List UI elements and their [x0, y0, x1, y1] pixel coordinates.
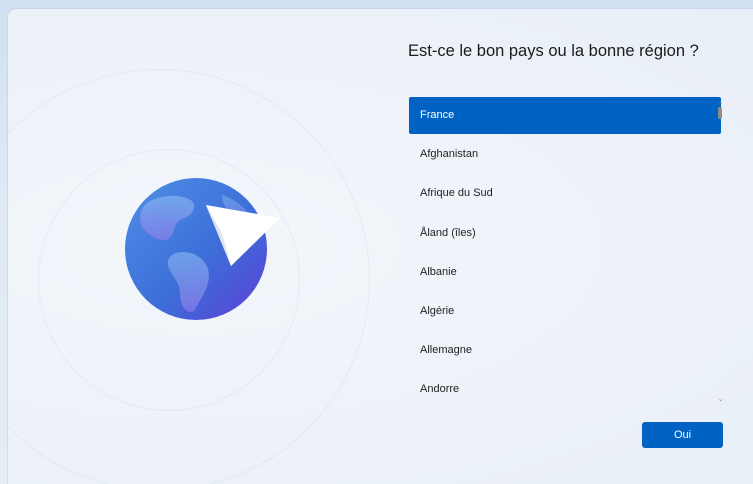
list-item-selected[interactable]: France [409, 97, 721, 134]
list-item[interactable]: Afghanistan [409, 135, 721, 174]
list-item[interactable]: Allemagne [409, 331, 721, 370]
confirm-button[interactable]: Oui [642, 422, 723, 448]
list-scrollbar[interactable]: ⌃ ⌄ [715, 96, 726, 404]
list-item[interactable]: Andorre [409, 370, 721, 402]
globe-with-paper-plane-icon [110, 165, 290, 325]
list-item[interactable]: Albanie [409, 253, 721, 292]
page-title: Est-ce le bon pays ou la bonne région ? [408, 42, 699, 60]
list-item[interactable]: Algérie [409, 292, 721, 331]
list-item[interactable]: Åland (îles) [409, 214, 721, 253]
country-list[interactable]: France Afghanistan Afrique du Sud Åland … [409, 96, 721, 402]
scroll-thumb[interactable] [718, 107, 722, 119]
scroll-down-icon[interactable]: ⌄ [716, 396, 725, 404]
list-item[interactable]: Afrique du Sud [409, 174, 721, 213]
